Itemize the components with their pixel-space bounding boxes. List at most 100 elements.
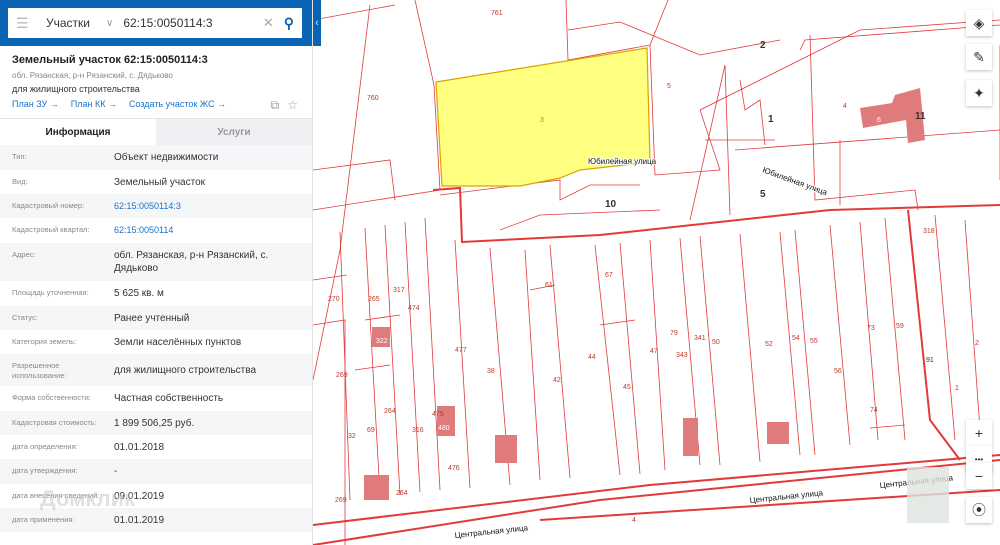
svg-text:341: 341 — [694, 335, 706, 342]
table-row: Кадастровый номер: 62:15:0050114:3 — [0, 194, 312, 218]
chevron-left-icon: ‹ — [315, 17, 319, 29]
create-parcel-link[interactable]: Создать участок ЖС → — [129, 99, 226, 109]
quarter-boundary — [313, 186, 1000, 545]
ruler-button[interactable]: ✎ — [966, 44, 992, 70]
svg-text:69: 69 — [367, 427, 375, 434]
svg-text:79: 79 — [670, 330, 678, 337]
svg-text:6: 6 — [877, 117, 881, 124]
layers-button[interactable]: ◈ — [966, 10, 992, 36]
table-row: Разрешенное использование: для жилищного … — [0, 354, 312, 386]
tab-services[interactable]: Услуги — [156, 119, 312, 145]
svg-text:54: 54 — [792, 335, 800, 342]
table-row: Категория земель: Земли населённых пункто… — [12, 337, 242, 348]
search-input[interactable]: 62:15:0050114:3 — [123, 16, 263, 30]
cadastral-map[interactable]: 761 760 3 5 2 1 4 6 11 10 5 318 270 265 317 4… — [313, 0, 1000, 545]
svg-text:322: 322 — [376, 338, 388, 345]
tab-info[interactable]: Информация — [0, 119, 156, 145]
chevron-down-icon[interactable]: ∨ — [106, 18, 113, 29]
crosshair-icon: ✦ — [973, 84, 985, 101]
map-canvas[interactable]: 761 760 3 5 2 1 4 6 11 10 5 318 270 265 317 4… — [313, 0, 1000, 545]
document-search-icon[interactable]: ⧉ — [271, 98, 280, 113]
svg-text:Юбилейная улица: Юбилейная улица — [588, 157, 657, 166]
svg-text:2: 2 — [975, 340, 979, 347]
svg-text:52: 52 — [765, 341, 773, 348]
svg-text:11: 11 — [915, 111, 926, 122]
menu-icon[interactable]: ☰ — [16, 15, 30, 32]
zoom-in-button[interactable]: + — [966, 420, 992, 446]
star-icon[interactable]: ☆ — [287, 98, 298, 113]
svg-text:74: 74 — [870, 407, 878, 414]
svg-text:61: 61 — [545, 282, 553, 289]
svg-text:264: 264 — [384, 408, 396, 415]
svg-text:56: 56 — [834, 368, 842, 375]
table-row: Статус: Ранее учтенный — [0, 306, 312, 330]
svg-text:269: 269 — [335, 497, 347, 504]
parcel-labels: 761 760 3 5 2 1 4 6 11 10 5 318 270 265 317 4… — [328, 10, 979, 524]
svg-text:2: 2 — [760, 40, 766, 51]
svg-text:55: 55 — [810, 338, 818, 345]
svg-text:265: 265 — [368, 296, 380, 303]
compass-icon: ⦿ — [972, 502, 986, 518]
svg-text:3: 3 — [540, 117, 544, 124]
svg-text:480: 480 — [438, 425, 450, 432]
svg-text:4: 4 — [632, 517, 636, 524]
svg-text:316: 316 — [412, 427, 424, 434]
svg-text:318: 318 — [923, 228, 935, 235]
svg-text:91: 91 — [926, 357, 934, 364]
parcel-title: Земельный участок 62:15:0050114:3 — [12, 54, 208, 66]
svg-text:761: 761 — [491, 10, 503, 17]
svg-text:67: 67 — [605, 272, 613, 279]
parcel-address: обл. Рязанская, р-н Рязанский, с. Дядько… — [12, 71, 173, 80]
info-panel: ☰ Участки ∨ 62:15:0050114:3 ✕ ⚲ Земельны… — [0, 0, 313, 545]
svg-text:477: 477 — [455, 347, 467, 354]
category-select[interactable]: Участки — [46, 16, 102, 30]
table-row: Тип: Объект недвижимости — [0, 145, 312, 170]
table-row: Кадастровая стоимость: 1 899 506,25 руб. — [0, 411, 312, 435]
domclick-watermark: Домклик — [40, 486, 136, 511]
zoom-out-button[interactable]: − — [966, 463, 992, 489]
svg-text:32: 32 — [348, 433, 356, 440]
plan-kk-link[interactable]: План КК → — [71, 99, 117, 109]
svg-text:5: 5 — [760, 189, 766, 200]
table-row: дата определения: 01.01.2018 — [12, 442, 165, 453]
layers-icon: ◈ — [973, 14, 985, 31]
table-row: Адрес: обл. Рязанская, р-н Рязанский, с. … — [0, 243, 312, 281]
svg-text:476: 476 — [448, 465, 460, 472]
locate-button[interactable]: ✦ — [966, 80, 992, 106]
svg-text:44: 44 — [588, 354, 596, 361]
svg-text:73: 73 — [867, 325, 875, 332]
svg-text:47: 47 — [650, 348, 658, 355]
svg-text:50: 50 — [712, 339, 720, 346]
table-row: дата утверждения: - — [0, 459, 312, 484]
svg-text:269: 269 — [336, 372, 348, 379]
search-icon[interactable]: ⚲ — [284, 15, 294, 32]
svg-text:760: 760 — [367, 95, 379, 102]
svg-text:59: 59 — [896, 323, 904, 330]
info-table: Тип: Объект недвижимости Вид: Земельный уч… — [0, 145, 312, 532]
collapse-panel-button[interactable]: ‹ — [313, 0, 321, 46]
svg-text:38: 38 — [487, 368, 495, 375]
clear-icon[interactable]: ✕ — [263, 15, 274, 31]
svg-text:343: 343 — [676, 352, 688, 359]
table-row: Площадь уточненная: 5 625 кв. м — [12, 288, 164, 299]
cadastral-number-link[interactable]: 62:15:0050114:3 — [114, 194, 300, 213]
svg-text:10: 10 — [605, 199, 617, 210]
ruler-icon: ✎ — [973, 48, 985, 65]
compass-button[interactable]: ⦿ — [966, 497, 992, 523]
cadastral-quarter-link[interactable]: 62:15:0050114 — [114, 218, 300, 237]
satellite-layer-thumbnail[interactable] — [907, 467, 949, 523]
table-row: Вид: Земельный участок — [12, 177, 206, 188]
svg-text:Центральная улица: Центральная улица — [454, 523, 529, 540]
svg-text:317: 317 — [393, 287, 405, 294]
plan-zu-link[interactable]: План ЗУ → — [12, 99, 59, 109]
table-row: Кадастровый квартал: 62:15:0050114 — [0, 218, 312, 243]
svg-text:475: 475 — [432, 411, 444, 418]
svg-text:474: 474 — [408, 305, 420, 312]
svg-text:45: 45 — [623, 384, 631, 391]
residential-parcels — [339, 214, 981, 501]
svg-text:Юбилейная улица: Юбилейная улица — [761, 165, 829, 197]
svg-text:264: 264 — [396, 490, 408, 497]
svg-text:1: 1 — [955, 385, 959, 392]
svg-text:1: 1 — [768, 114, 774, 125]
parcel-use: для жилищного строительства — [12, 84, 140, 94]
